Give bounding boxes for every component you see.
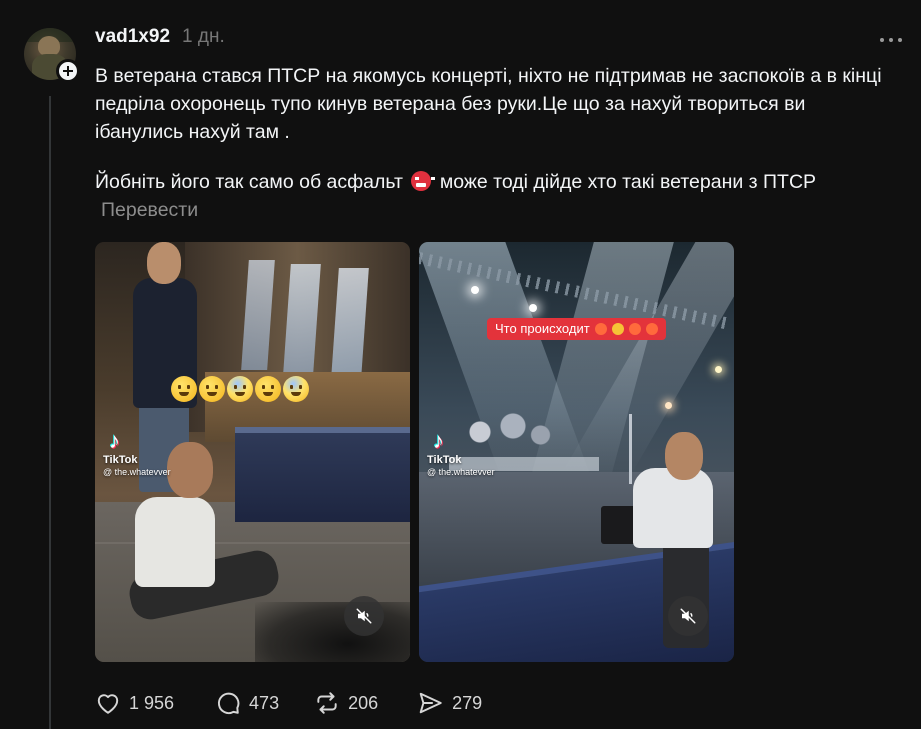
screaming-face-icon: [283, 376, 309, 402]
repost-count: 206: [348, 692, 379, 713]
thread-line: [49, 96, 51, 729]
tiktok-watermark: TikTok @ the.whatevver: [103, 428, 171, 477]
woozy-face-icon: [199, 376, 225, 402]
post-paragraph-1: В ветерана стався ПТСР на якомусь концер…: [95, 65, 882, 143]
angry-face-icon: [645, 323, 658, 335]
comment-button[interactable]: 473: [215, 690, 279, 716]
video-1[interactable]: TikTok @ the.whatevver: [95, 242, 410, 662]
comment-bubble-icon: [218, 692, 240, 715]
video-caption-text: Что происходит: [495, 321, 590, 336]
emoji-overlay: [171, 376, 309, 402]
exploding-head-icon: [171, 376, 197, 402]
share-count: 279: [452, 692, 483, 713]
post-header: vad1x92 1 дн.: [95, 26, 225, 48]
post-paragraph-2: Йобніть його так само об асфальт може то…: [95, 168, 895, 224]
tiktok-watermark: TikTok @ the.whatevver: [427, 428, 495, 477]
repost-button[interactable]: 206: [314, 690, 378, 716]
send-icon: [419, 692, 442, 714]
angry-face-icon: [411, 171, 436, 191]
tiktok-handle: @ the.whatevver: [427, 467, 495, 477]
mute-icon[interactable]: [344, 596, 384, 636]
more-options-icon[interactable]: [880, 38, 902, 42]
tiktok-brand: TikTok: [427, 454, 462, 466]
post-time[interactable]: 1 дн.: [182, 26, 225, 48]
cursing-face-icon: [628, 323, 641, 335]
like-button[interactable]: 1 956: [95, 691, 174, 715]
grimacing-face-icon: [255, 376, 281, 402]
heart-icon: [97, 694, 119, 714]
post-actions: 1 956 473 206 279: [95, 690, 522, 716]
post-paragraph-2-part1: Йобніть його так само об асфальт: [95, 171, 403, 193]
anxious-face-icon: [227, 376, 253, 402]
share-button[interactable]: 279: [418, 691, 482, 715]
repost-icon: [317, 692, 337, 714]
tiktok-brand: TikTok: [103, 454, 138, 466]
grimacing-face-icon: [611, 323, 624, 335]
comment-count: 473: [249, 692, 280, 713]
post-paragraph-2-part2: може тоді дійде хто такі ветерани з ПТСР: [439, 171, 817, 193]
like-count: 1 956: [129, 692, 175, 713]
post-text: В ветерана стався ПТСР на якомусь концер…: [95, 62, 895, 224]
tiktok-logo-icon: [433, 428, 451, 454]
tiktok-logo-icon: [109, 428, 127, 454]
follow-plus-icon[interactable]: [56, 59, 80, 83]
video-2[interactable]: Что происходит TikTok @ the.whatevver: [419, 242, 734, 662]
video-caption: Что происходит: [487, 318, 666, 340]
tiktok-handle: @ the.whatevver: [103, 467, 171, 477]
mute-icon[interactable]: [668, 596, 708, 636]
author-username[interactable]: vad1x92: [95, 26, 170, 48]
translate-link[interactable]: Перевести: [101, 199, 198, 221]
angry-face-icon: [594, 323, 607, 335]
